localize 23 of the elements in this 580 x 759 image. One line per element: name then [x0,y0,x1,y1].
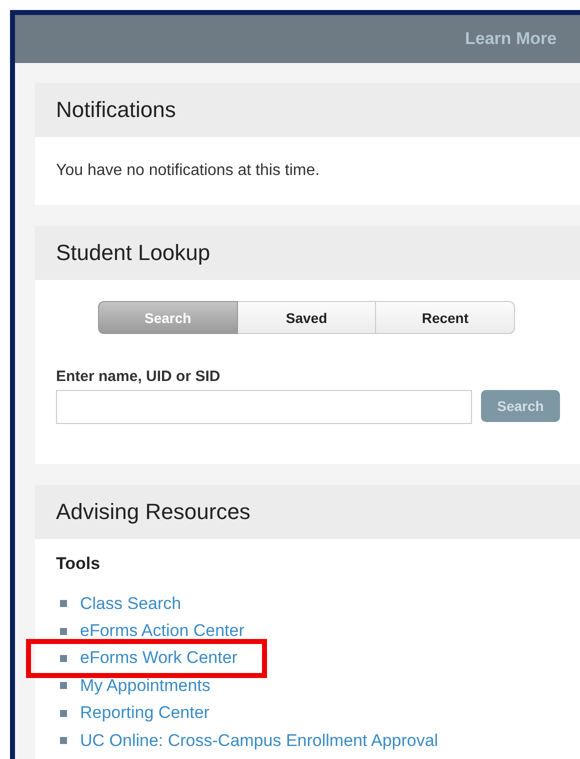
bullet-icon [60,682,67,690]
tool-link[interactable]: eForms Action Center [80,621,244,642]
field-label: Enter name, UID or SID [56,368,222,385]
tool-link[interactable]: My Appointments [80,676,210,696]
tool-link[interactable]: Reporting Center [80,703,210,724]
bullet-icon [60,628,67,635]
tool-link[interactable]: UC Online: Cross-Campus Enrollment Approval [80,730,438,751]
segment-tab[interactable]: Saved [238,301,376,334]
search-field[interactable] [56,390,472,424]
bullet-icon [60,600,67,608]
bullet-icon [60,710,67,717]
card-title: Advising Resources [56,499,250,525]
bullet-icon [60,654,67,662]
notification-message: You have no notifications at this time. [56,162,320,180]
section-heading: Tools [56,554,102,574]
tool-link[interactable]: Class Search [80,594,182,614]
segment-tab[interactable]: Recent [376,301,516,334]
tool-link[interactable]: eForms Work Center [80,648,238,668]
card-title: Student Lookup [56,240,210,266]
segment-tab[interactable]: Search [98,301,238,334]
card-title: Notifications [56,97,176,123]
learn-more-link[interactable]: Learn More [465,29,557,49]
bullet-icon [60,737,67,744]
